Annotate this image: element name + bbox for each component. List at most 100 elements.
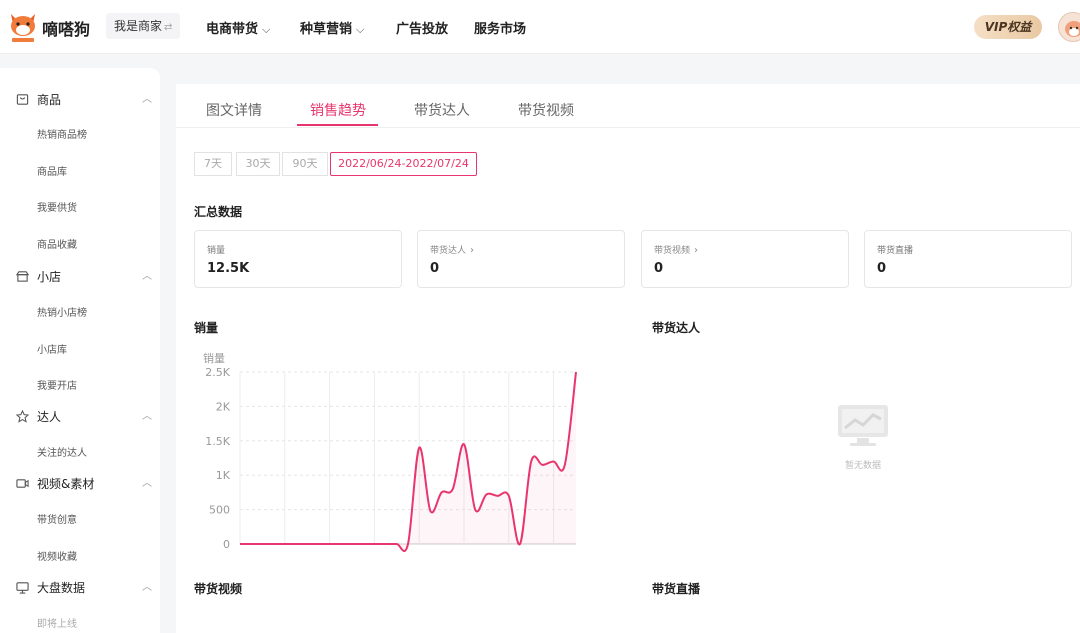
- summary-card-sales: 销量 12.5K: [194, 230, 402, 288]
- data-point[interactable]: [517, 541, 523, 547]
- data-point[interactable]: [528, 458, 534, 464]
- data-point[interactable]: [383, 541, 389, 547]
- data-point[interactable]: [237, 541, 243, 547]
- summary-card-videos[interactable]: 带货视频 › 0: [641, 230, 849, 288]
- tab-sales-trend[interactable]: 销售趋势: [310, 100, 366, 120]
- data-point[interactable]: [315, 541, 321, 547]
- data-point[interactable]: [539, 462, 545, 468]
- empty-state-text: 暂无数据: [844, 461, 881, 471]
- data-point[interactable]: [282, 541, 288, 547]
- y-tick-label: 1.5K: [205, 435, 230, 448]
- range-90-days[interactable]: 90天: [282, 152, 328, 176]
- dashboard-icon: [16, 582, 29, 594]
- data-point[interactable]: [472, 507, 478, 513]
- y-axis-label: 销量: [203, 351, 225, 365]
- chevron-down-icon: ⌵: [262, 23, 271, 36]
- data-point[interactable]: [349, 541, 355, 547]
- summary-card-live: 带货直播 0: [864, 230, 1072, 288]
- sidebar-item-store-library[interactable]: 小店库: [37, 341, 67, 356]
- nav-service-market[interactable]: 服务市场: [474, 18, 526, 37]
- data-point[interactable]: [573, 369, 579, 375]
- data-point[interactable]: [327, 541, 333, 547]
- card-link[interactable]: 带货达人 ›: [430, 243, 474, 256]
- fox-avatar-icon: [1065, 21, 1080, 37]
- nav-seeding-marketing[interactable]: 种草营销 ⌵: [300, 18, 364, 37]
- nav-ad-placement[interactable]: 广告投放: [396, 18, 448, 37]
- data-point[interactable]: [461, 441, 467, 447]
- data-point[interactable]: [259, 541, 265, 547]
- main-content-panel: 图文详情 销售趋势 带货达人 带货视频 7天 30天 90天 2022/06/2…: [176, 84, 1080, 633]
- data-point[interactable]: [338, 541, 344, 547]
- store-icon: [16, 271, 29, 282]
- data-point[interactable]: [562, 462, 568, 468]
- sidebar-item-product-favorites[interactable]: 商品收藏: [37, 236, 77, 251]
- nav-ecommerce[interactable]: 电商带货 ⌵: [206, 18, 270, 37]
- sidebar-item-product-library[interactable]: 商品库: [37, 163, 67, 178]
- user-avatar[interactable]: [1058, 12, 1080, 42]
- sidebar-item-open-store[interactable]: 我要开店: [37, 377, 77, 392]
- data-point[interactable]: [416, 445, 422, 451]
- sidebar-item-hot-products[interactable]: 热销商品榜: [37, 126, 87, 141]
- data-point[interactable]: [439, 489, 445, 495]
- range-custom-dates[interactable]: 2022/06/24-2022/07/24: [330, 152, 477, 176]
- star-icon: [16, 410, 29, 423]
- sidebar-section-market-data[interactable]: 大盘数据 ︿: [16, 579, 152, 597]
- active-tab-underline: [297, 124, 378, 126]
- data-point[interactable]: [483, 491, 489, 497]
- sidebar-section-label: 商品: [37, 93, 62, 107]
- chevron-right-icon: ›: [470, 245, 475, 256]
- sidebar-section-influencers[interactable]: 达人 ︿: [16, 408, 152, 426]
- data-point[interactable]: [427, 508, 433, 514]
- sales-section-title: 销量: [194, 321, 219, 335]
- y-tick-label: 500: [209, 504, 230, 517]
- sidebar-section-products[interactable]: 商品 ︿: [16, 91, 152, 109]
- chevron-right-icon: ›: [694, 245, 699, 256]
- data-point[interactable]: [371, 541, 377, 547]
- card-value: 0: [877, 261, 887, 276]
- sidebar-item-followed-influencers[interactable]: 关注的达人: [37, 444, 87, 459]
- sidebar-section-label: 小店: [37, 270, 62, 284]
- fox-logo-icon[interactable]: [8, 10, 38, 44]
- data-point[interactable]: [506, 493, 512, 499]
- sidebar-item-video-favorites[interactable]: 视频收藏: [37, 548, 77, 563]
- chevron-up-icon: ︿: [142, 478, 152, 489]
- data-point[interactable]: [293, 541, 299, 547]
- vip-benefits-button[interactable]: VIP权益: [974, 15, 1042, 39]
- sidebar-item-hot-stores[interactable]: 热销小店榜: [37, 304, 87, 319]
- summary-card-influencers[interactable]: 带货达人 › 0: [417, 230, 625, 288]
- sidebar-section-video-materials[interactable]: 视频&素材 ︿: [16, 475, 152, 493]
- data-point[interactable]: [450, 486, 456, 492]
- data-point[interactable]: [551, 458, 557, 464]
- data-point[interactable]: [394, 541, 400, 547]
- nav-label: 广告投放: [396, 22, 449, 37]
- sidebar-item-supply[interactable]: 我要供货: [37, 199, 77, 214]
- switch-arrow-icon: ⇄: [164, 22, 173, 33]
- data-point[interactable]: [304, 541, 310, 547]
- data-point[interactable]: [360, 541, 366, 547]
- merchant-switch[interactable]: 我是商家 ⇄: [106, 13, 181, 39]
- summary-heading: 汇总数据: [194, 205, 243, 219]
- data-point[interactable]: [495, 493, 501, 499]
- sidebar-item-creative[interactable]: 带货创意: [37, 511, 77, 526]
- chevron-down-icon: ⌵: [356, 23, 365, 36]
- range-7-days[interactable]: 7天: [194, 152, 232, 176]
- card-value: 0: [430, 261, 440, 276]
- sales-line-chart[interactable]: 0 500 1K 1.5K 2K 2.5K销量: [194, 342, 584, 552]
- data-point[interactable]: [405, 541, 411, 547]
- brand-name[interactable]: 嘀嗒狗: [42, 16, 90, 40]
- tab-influencers[interactable]: 带货达人: [414, 100, 470, 120]
- tab-graphic-details[interactable]: 图文详情: [206, 100, 262, 120]
- top-navigation-bar: 嘀嗒狗 我是商家 ⇄ 电商带货 ⌵ 种草营销 ⌵ 广告投放 服务市场 VIP权益: [0, 0, 1080, 54]
- sidebar-item-coming-soon: 即将上线: [37, 619, 77, 630]
- data-point[interactable]: [248, 541, 254, 547]
- y-tick-label: 1K: [216, 469, 231, 482]
- range-30-days[interactable]: 30天: [236, 152, 280, 176]
- series-area-fill: [240, 372, 576, 552]
- card-link[interactable]: 带货视频 ›: [654, 243, 698, 256]
- sidebar-section-label: 达人: [37, 410, 62, 424]
- tab-videos[interactable]: 带货视频: [518, 100, 574, 120]
- sidebar-section-label: 视频&素材: [37, 477, 95, 491]
- data-point[interactable]: [271, 541, 277, 547]
- sidebar-section-store[interactable]: 小店 ︿: [16, 268, 152, 286]
- card-value: 12.5K: [207, 261, 250, 276]
